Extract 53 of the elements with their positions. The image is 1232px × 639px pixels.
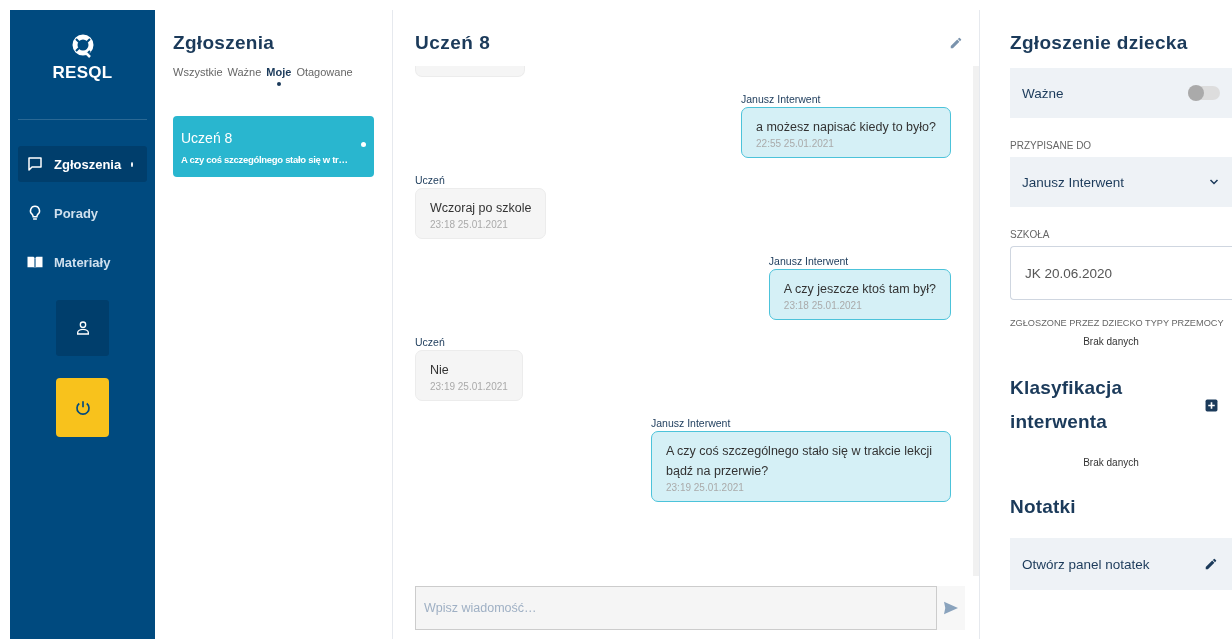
field-label: ZGŁOSZONE PRZEZ DZIECKO TYPY PRZEMOCY [1010,318,1225,328]
filter-tab[interactable]: Ważne [227,66,262,86]
add-icon[interactable] [1205,398,1218,412]
section-title: Klasyfikacja interwenta [1010,376,1124,434]
chat-title: Uczeń 8 [415,32,491,54]
open-notes-button[interactable]: Otwórz panel notatek [1010,538,1232,590]
message-input[interactable]: Wpisz wiadomość… [415,586,937,630]
list-title: Zgłoszenia [173,32,276,54]
filter-tab[interactable]: Moje [266,66,292,86]
active-dot [276,82,281,86]
toggle-switch[interactable] [1188,86,1220,100]
filter-tab[interactable]: Otagowane [296,66,353,86]
ticket-title: Uczeń 8 [181,130,234,146]
field-label: SZKOŁA [1010,229,1051,240]
message-author: Janusz Interwent [741,93,821,105]
toggle-label: Ważne [1022,85,1064,101]
nav-item[interactable]: Zgłoszenia [18,146,147,182]
nav-item[interactable]: Materiały [18,244,147,280]
logout-button[interactable] [56,378,109,437]
message-text: A czy coś szczególnego stało się w trakcie lekcji bądź na przerwie? [666,443,934,480]
empty-state-text: Brak danych [1082,336,1140,347]
power-icon [73,398,92,417]
message-time: 23:18 25.01.2021 [430,219,509,230]
message-author: Janusz Interwent [768,255,849,267]
message-author: Uczeń [415,174,445,186]
ticket-preview: A czy coś szczególnego stało się w tr… [181,153,348,166]
message-author: Janusz Interwent [651,417,731,429]
filter-tab[interactable]: Wszystkie [173,66,223,86]
chat-icon [26,155,44,173]
message-time: 23:19 25.01.2021 [430,381,508,392]
send-button[interactable] [937,586,965,630]
profile-button[interactable] [56,300,109,356]
message-text: A czy jeszcze ktoś tam był? [783,281,936,298]
section-title: Notatki [1010,495,1077,519]
user-icon [74,320,91,336]
pencil-icon[interactable] [1204,557,1218,571]
message-time: 22:55 25.01.2021 [756,138,835,149]
empty-state-text: Brak danych [1082,457,1140,468]
nav-item[interactable]: Porady [18,195,147,231]
panel-title: Zgłoszenie dziecka [1010,32,1189,54]
edit-icon[interactable] [949,36,963,50]
message-time: 23:19 25.01.2021 [666,482,745,493]
logo-text: RESQL [52,63,113,83]
lifebuoy-logo-icon [71,34,94,58]
assignee-dropdown[interactable]: Janusz Interwent [1010,157,1232,207]
school-field[interactable]: JK 20.06.2020 [1010,246,1232,300]
send-icon [943,601,959,615]
message-text: Wczoraj po szkole [430,200,532,217]
message-author: Uczeń [415,336,445,348]
message-time: 23:18 25.01.2021 [783,300,863,311]
message-text: Nie [430,362,450,379]
field-label: PRZYPISANE DO [1010,140,1093,151]
message-text: a możesz napisać kiedy to było? [756,119,936,136]
